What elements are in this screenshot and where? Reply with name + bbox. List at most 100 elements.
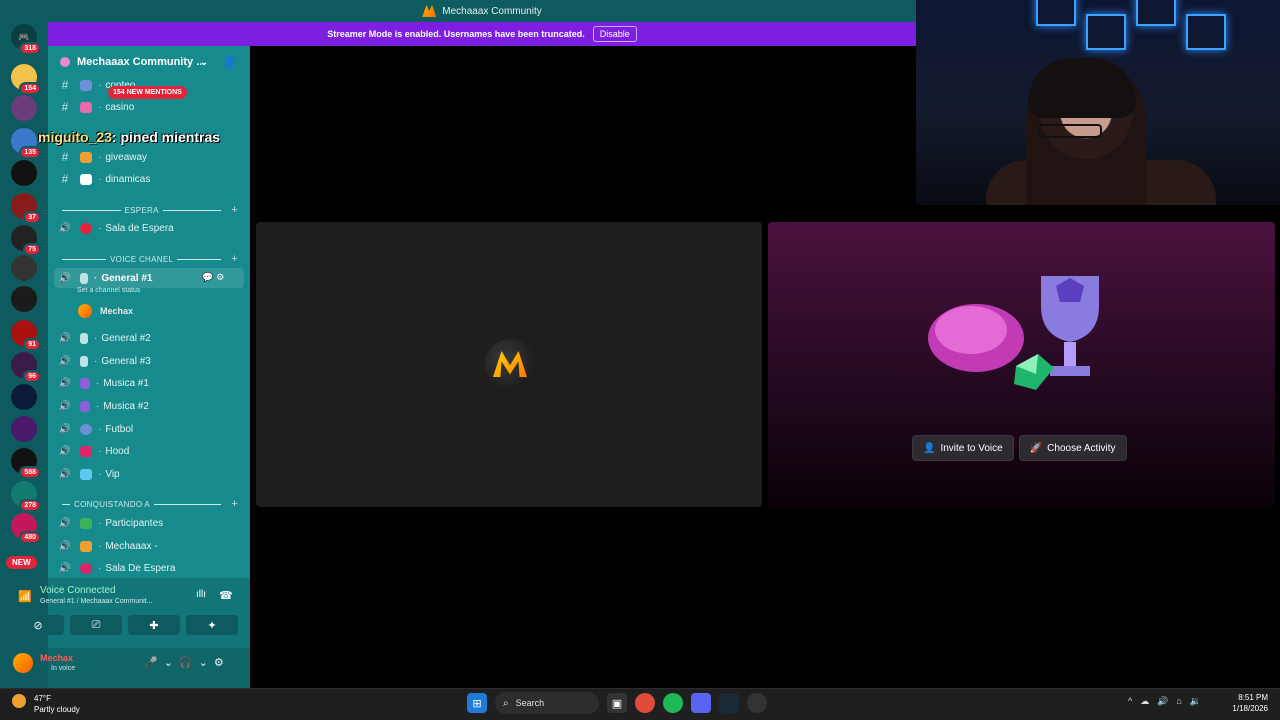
avatar[interactable]: [13, 653, 33, 673]
user-name[interactable]: Mechax: [40, 653, 73, 663]
category-name: VOICE CHANEL: [110, 254, 174, 264]
server-icon[interactable]: [11, 255, 37, 281]
category-name: CONQUISTANDO A: [74, 499, 151, 509]
channel-voice[interactable]: 🔊 · Mechaaax -: [54, 536, 244, 556]
screen-share-icon[interactable]: ⎚: [70, 615, 122, 635]
channel-voice[interactable]: 🔊 · Futbol: [54, 419, 244, 439]
channel-emoji-icon: [80, 445, 92, 457]
channel-text[interactable]: # · dinamicas: [54, 169, 244, 189]
speaker-icon: 🔊: [58, 355, 72, 367]
category-name: ESPERA: [124, 205, 159, 215]
discord-home-icon[interactable]: 🎮 318: [11, 24, 41, 55]
badge-count: 480: [19, 531, 41, 544]
server-icon[interactable]: 278: [11, 481, 41, 512]
channel-emoji-icon: [80, 562, 92, 574]
channel-name: Sala de Espera: [105, 222, 174, 234]
invite-to-voice-button[interactable]: 👤 Invite to Voice: [912, 435, 1014, 461]
disable-streamer-mode-button[interactable]: Disable: [592, 26, 637, 42]
channel-voice[interactable]: 🔊 · Vip: [54, 464, 244, 484]
server-icon[interactable]: 75: [11, 225, 41, 256]
channel-voice[interactable]: 🔊 · Sala de Espera: [54, 218, 244, 238]
user-avatar-logo: [485, 339, 535, 389]
server-icon[interactable]: 135: [11, 128, 41, 159]
steam-icon[interactable]: [719, 693, 739, 713]
activities-icon[interactable]: ✚: [128, 615, 180, 635]
weather-icon: [12, 694, 26, 708]
server-icon[interactable]: [11, 416, 37, 442]
disconnect-icon[interactable]: ☎: [219, 589, 233, 602]
channel-text[interactable]: # · giveaway: [54, 147, 244, 167]
soundboard-icon[interactable]: ✦: [186, 615, 238, 635]
category-header[interactable]: ESPERA +: [58, 203, 238, 217]
server-icon[interactable]: 480: [11, 513, 41, 544]
choose-activity-button[interactable]: 🚀 Choose Activity: [1018, 435, 1127, 461]
speaker-icon: 🔊: [58, 423, 72, 435]
taskbar-search[interactable]: ⌕ Search: [495, 692, 599, 714]
video-tile-user[interactable]: [256, 222, 762, 507]
plus-icon[interactable]: +: [231, 498, 238, 510]
user-status: In voice: [51, 665, 76, 672]
channel-name: giveaway: [105, 151, 148, 163]
channel-emoji-icon: [80, 423, 92, 435]
server-icon[interactable]: 154: [11, 64, 41, 95]
voice-member[interactable]: Mechax: [78, 304, 133, 318]
channel-status-hint[interactable]: Set a channel status: [77, 287, 140, 294]
voice-connected-sub[interactable]: General #1 / Mechaaax Communit...: [40, 598, 152, 605]
plus-icon[interactable]: +: [231, 204, 238, 216]
channel-emoji-icon: [80, 332, 88, 344]
windows-start-icon[interactable]: ⊞: [467, 693, 487, 713]
chat-overlay: miguito_23: pined mientras: [38, 129, 220, 145]
weather-desc: Partly cloudy: [34, 705, 80, 714]
channel-actions[interactable]: 💬⚙: [202, 272, 227, 283]
badge-count: 278: [19, 499, 41, 512]
add-user-icon[interactable]: 👤: [222, 55, 237, 69]
channel-voice[interactable]: 🔊 · Sala De Espera: [54, 558, 244, 578]
speaker-icon: 🔊: [58, 540, 72, 552]
server-icon[interactable]: 37: [11, 193, 41, 224]
server-icon[interactable]: 588: [11, 448, 41, 479]
invite-label: Invite to Voice: [940, 442, 1003, 454]
spotify-icon[interactable]: [663, 693, 683, 713]
category-header[interactable]: VOICE CHANEL +: [58, 252, 238, 266]
guild-header[interactable]: Mechaaax Community ... ⌄ 👤: [48, 46, 250, 78]
channel-voice[interactable]: 🔊 · Hood: [54, 441, 244, 461]
server-icon[interactable]: 91: [11, 320, 41, 351]
server-icon[interactable]: [11, 286, 37, 312]
voice-connected-title[interactable]: Voice Connected: [40, 585, 116, 596]
member-name: Mechax: [100, 306, 134, 316]
discord-icon[interactable]: [691, 693, 711, 713]
noise-suppression-icon[interactable]: ıllı: [196, 589, 206, 600]
camera-off-icon[interactable]: ⊘: [12, 615, 64, 635]
server-icon[interactable]: 96: [11, 352, 41, 383]
overlay-user: miguito_23: [38, 129, 112, 145]
channel-emoji-icon: [80, 517, 92, 529]
task-view-icon[interactable]: ▣: [607, 693, 627, 713]
new-badge[interactable]: NEW: [6, 556, 37, 569]
badge-count: 135: [19, 146, 41, 159]
channel-name: General #3: [101, 355, 151, 367]
signal-icon[interactable]: 📶: [18, 590, 32, 603]
activity-buttons: 👤 Invite to Voice 🚀 Choose Activity: [912, 435, 1127, 461]
channel-voice[interactable]: 🔊 · Participantes: [54, 513, 244, 533]
server-icon[interactable]: [11, 160, 37, 186]
badge-count: 75: [23, 243, 41, 256]
clock[interactable]: 8:51 PM 1/18/2026: [1224, 692, 1268, 714]
channel-name: Musica #1: [103, 377, 149, 389]
chevron-down-icon[interactable]: ⌄: [200, 57, 208, 68]
server-icon[interactable]: [11, 384, 37, 410]
avatar: [78, 304, 92, 318]
user-controls[interactable]: 🎤⌄🎧⌄⚙: [144, 656, 230, 669]
chrome-icon[interactable]: [635, 693, 655, 713]
plus-icon[interactable]: +: [231, 253, 238, 265]
channel-voice[interactable]: 🔊 · General #2: [54, 328, 244, 348]
channel-text[interactable]: # · casino: [54, 97, 244, 117]
system-tray[interactable]: ^☁🔊⌂🔉: [1128, 696, 1209, 707]
new-mentions-pill[interactable]: 154 NEW MENTIONS: [108, 86, 187, 99]
category-header[interactable]: CONQUISTANDO A +: [58, 497, 238, 511]
server-icon[interactable]: [11, 95, 37, 121]
channel-voice[interactable]: 🔊 · General #3: [54, 351, 244, 371]
channel-voice[interactable]: 🔊 · Musica #2: [54, 396, 244, 416]
channel-voice[interactable]: 🔊 · Musica #1: [54, 373, 244, 393]
obs-icon[interactable]: [747, 693, 767, 713]
badge-count: 91: [23, 338, 41, 351]
